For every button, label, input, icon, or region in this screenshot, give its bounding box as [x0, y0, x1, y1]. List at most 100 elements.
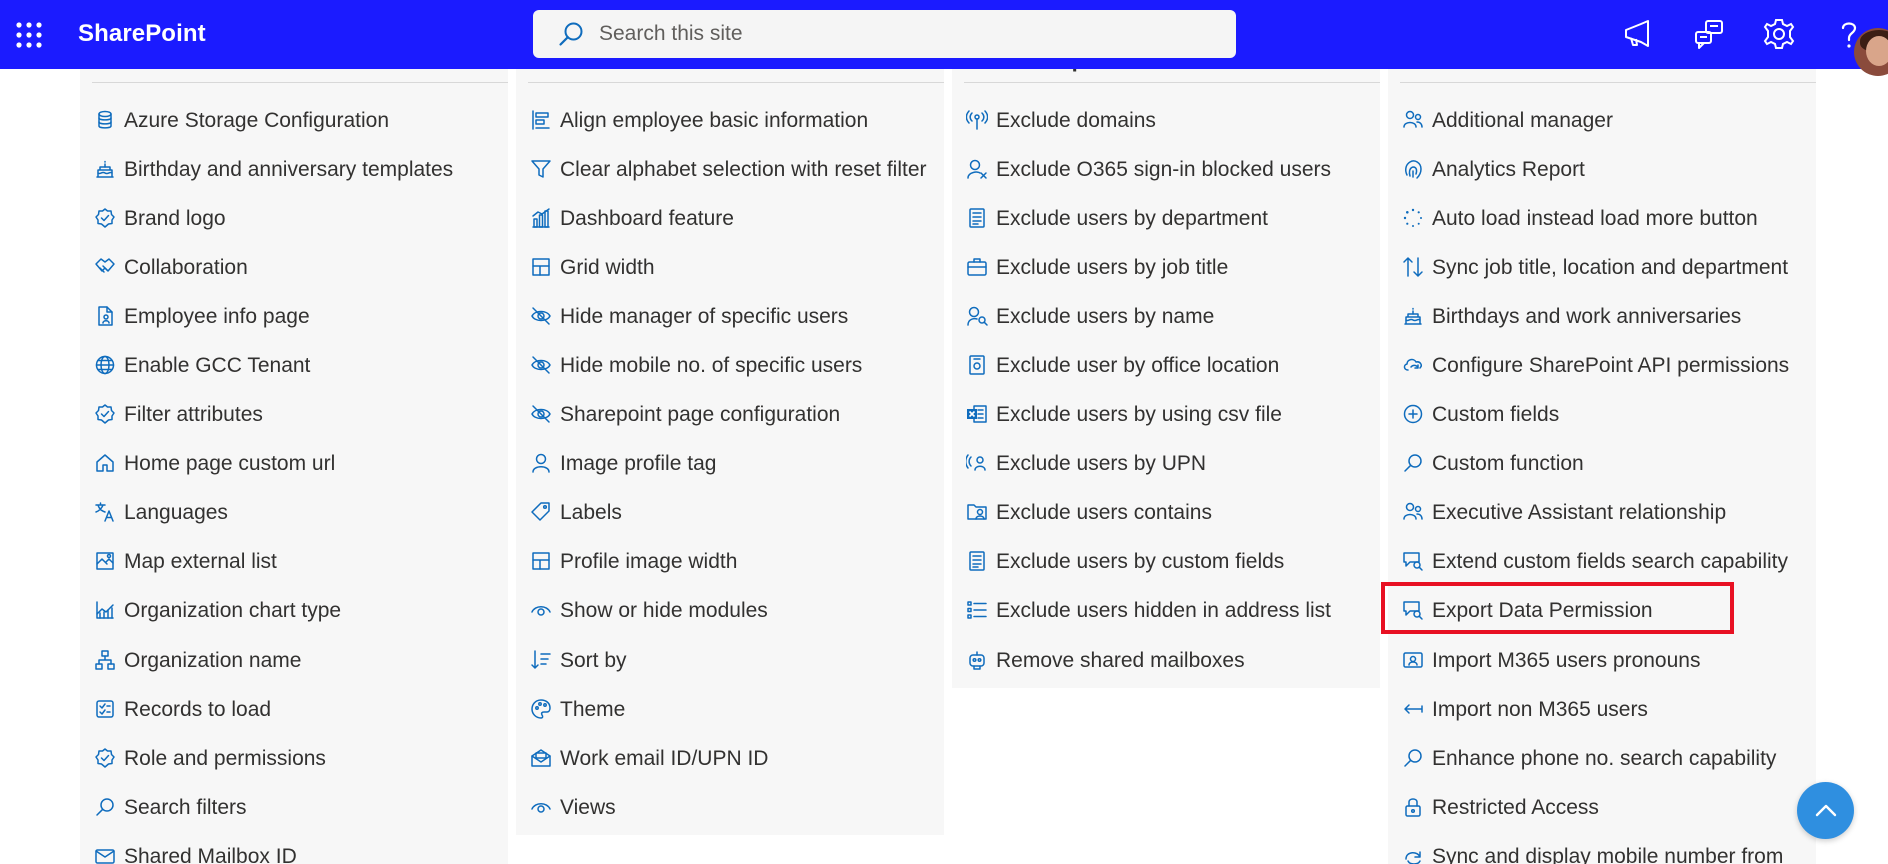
settings-item[interactable]: Role and permissions: [80, 735, 508, 784]
settings-item-label: Exclude users by job title: [996, 256, 1229, 280]
settings-item[interactable]: Exclude users by name: [952, 293, 1380, 342]
badge-icon: [94, 207, 116, 229]
eye-icon: [530, 599, 552, 621]
settings-item[interactable]: Theme: [516, 686, 944, 735]
settings-item[interactable]: Exclude users by custom fields: [952, 538, 1380, 587]
settings-item[interactable]: Labels: [516, 489, 944, 538]
settings-item[interactable]: Organization chart type: [80, 587, 508, 636]
people-icon: [1402, 109, 1424, 131]
org-chart-icon: [94, 649, 116, 671]
chart-icon: [94, 599, 116, 621]
settings-item[interactable]: Birthdays and work anniversaries: [1388, 293, 1816, 342]
settings-item[interactable]: Exclude O365 sign-in blocked users: [952, 146, 1380, 195]
search-input[interactable]: [599, 22, 1199, 46]
settings-item[interactable]: Sync job title, location and department: [1388, 244, 1816, 293]
settings-item[interactable]: Exclude users by job title: [952, 244, 1380, 293]
settings-item[interactable]: Birthday and anniversary templates: [80, 146, 508, 195]
settings-item[interactable]: Employee info page: [80, 293, 508, 342]
settings-item[interactable]: Filter attributes: [80, 391, 508, 440]
site-search[interactable]: [533, 10, 1236, 58]
settings-item-label: Birthdays and work anniversaries: [1432, 305, 1742, 329]
settings-item-label: Map external list: [124, 550, 277, 574]
settings-item[interactable]: Custom function: [1388, 440, 1816, 489]
settings-item[interactable]: Enable GCC Tenant: [80, 342, 508, 391]
settings-item-label: Profile image width: [560, 550, 738, 574]
settings-item[interactable]: Views: [516, 784, 944, 833]
settings-item-label: Import M365 users pronouns: [1432, 648, 1701, 672]
settings-item[interactable]: Remove shared mailboxes: [952, 637, 1380, 686]
feedback-icon[interactable]: [1692, 17, 1726, 51]
settings-item[interactable]: Exclude user by office location: [952, 342, 1380, 391]
settings-item[interactable]: Auto load instead load more button: [1388, 195, 1816, 244]
settings-item[interactable]: Search filters: [80, 784, 508, 833]
search-icon: [1402, 747, 1424, 769]
settings-item[interactable]: Custom fields: [1388, 391, 1816, 440]
settings-item[interactable]: Dashboard feature: [516, 195, 944, 244]
grid-icon: [530, 256, 552, 278]
column-views: Views Align employee basic information Cl…: [516, 47, 944, 835]
avatar[interactable]: [1854, 28, 1888, 76]
settings-item[interactable]: Enhance phone no. search capability: [1388, 735, 1816, 784]
settings-item[interactable]: Analytics Report: [1388, 146, 1816, 195]
settings-item-label: Custom function: [1432, 452, 1584, 476]
settings-item[interactable]: Profile image width: [516, 538, 944, 587]
settings-item-label: Birthday and anniversary templates: [124, 158, 454, 182]
settings-item-label: Image profile tag: [560, 452, 717, 476]
settings-item[interactable]: Languages: [80, 489, 508, 538]
settings-item[interactable]: Sort by: [516, 637, 944, 686]
settings-item-label: Show or hide modules: [560, 599, 768, 623]
settings-item[interactable]: Azure Storage Configuration: [80, 97, 508, 146]
settings-item[interactable]: Home page custom url: [80, 440, 508, 489]
settings-item[interactable]: Image profile tag: [516, 440, 944, 489]
settings-item[interactable]: Map external list: [80, 538, 508, 587]
broadcast-person-icon: [966, 452, 988, 474]
settings-item-label: Views: [560, 795, 616, 819]
broadcast-icon: [966, 109, 988, 131]
settings-item[interactable]: Export Data Permission: [1388, 587, 1816, 636]
settings-item[interactable]: Additional manager: [1388, 97, 1816, 146]
settings-item-label: Hide mobile no. of specific users: [560, 354, 863, 378]
settings-item[interactable]: Exclude users by UPN: [952, 440, 1380, 489]
settings-item[interactable]: Collaboration: [80, 244, 508, 293]
settings-item[interactable]: Exclude users contains: [952, 489, 1380, 538]
settings-item[interactable]: Hide manager of specific users: [516, 293, 944, 342]
settings-item[interactable]: Show or hide modules: [516, 587, 944, 636]
settings-list: Azure Storage Configuration Birthday and …: [80, 97, 508, 864]
settings-item[interactable]: Configure SharePoint API permissions: [1388, 342, 1816, 391]
megaphone-icon[interactable]: [1621, 17, 1655, 51]
settings-item[interactable]: Extend custom fields search capability: [1388, 538, 1816, 587]
settings-item[interactable]: Records to load: [80, 686, 508, 735]
app-title[interactable]: SharePoint: [78, 20, 206, 48]
settings-item[interactable]: Exclude users hidden in address list: [952, 587, 1380, 636]
settings-item[interactable]: Sharepoint page configuration: [516, 391, 944, 440]
settings-item[interactable]: Align employee basic information: [516, 97, 944, 146]
app-launcher-icon[interactable]: [14, 20, 44, 50]
document-person-icon: [94, 305, 116, 327]
settings-item[interactable]: Work email ID/UPN ID: [516, 735, 944, 784]
chat-search-icon: [1402, 599, 1424, 621]
settings-item-label: Exclude users by using csv file: [996, 403, 1282, 427]
settings-item[interactable]: Executive Assistant relationship: [1388, 489, 1816, 538]
settings-item-label: Extend custom fields search capability: [1432, 550, 1789, 574]
scroll-to-top-button[interactable]: [1797, 782, 1854, 839]
settings-item[interactable]: Clear alphabet selection with reset filt…: [516, 146, 944, 195]
settings-item[interactable]: Restricted Access: [1388, 784, 1816, 833]
settings-item[interactable]: Brand logo: [80, 195, 508, 244]
settings-item[interactable]: Grid width: [516, 244, 944, 293]
settings-item[interactable]: Exclude domains: [952, 97, 1380, 146]
settings-item[interactable]: Sync and display mobile number from: [1388, 833, 1816, 864]
settings-item-label: Exclude users hidden in address list: [996, 599, 1332, 623]
settings-item[interactable]: Exclude users by department: [952, 195, 1380, 244]
settings-list: Exclude domains Exclude O365 sign-in bloc…: [952, 97, 1380, 686]
settings-item-label: Exclude user by office location: [996, 354, 1280, 378]
settings-item[interactable]: Import M365 users pronouns: [1388, 637, 1816, 686]
gear-icon[interactable]: [1762, 17, 1796, 51]
settings-item[interactable]: Exclude users by using csv file: [952, 391, 1380, 440]
search-icon: [94, 796, 116, 818]
mail-open-icon: [530, 747, 552, 769]
settings-item[interactable]: Import non M365 users: [1388, 686, 1816, 735]
settings-item[interactable]: Shared Mailbox ID: [80, 833, 508, 864]
palette-icon: [530, 698, 552, 720]
settings-item[interactable]: Organization name: [80, 637, 508, 686]
settings-item[interactable]: Hide mobile no. of specific users: [516, 342, 944, 391]
